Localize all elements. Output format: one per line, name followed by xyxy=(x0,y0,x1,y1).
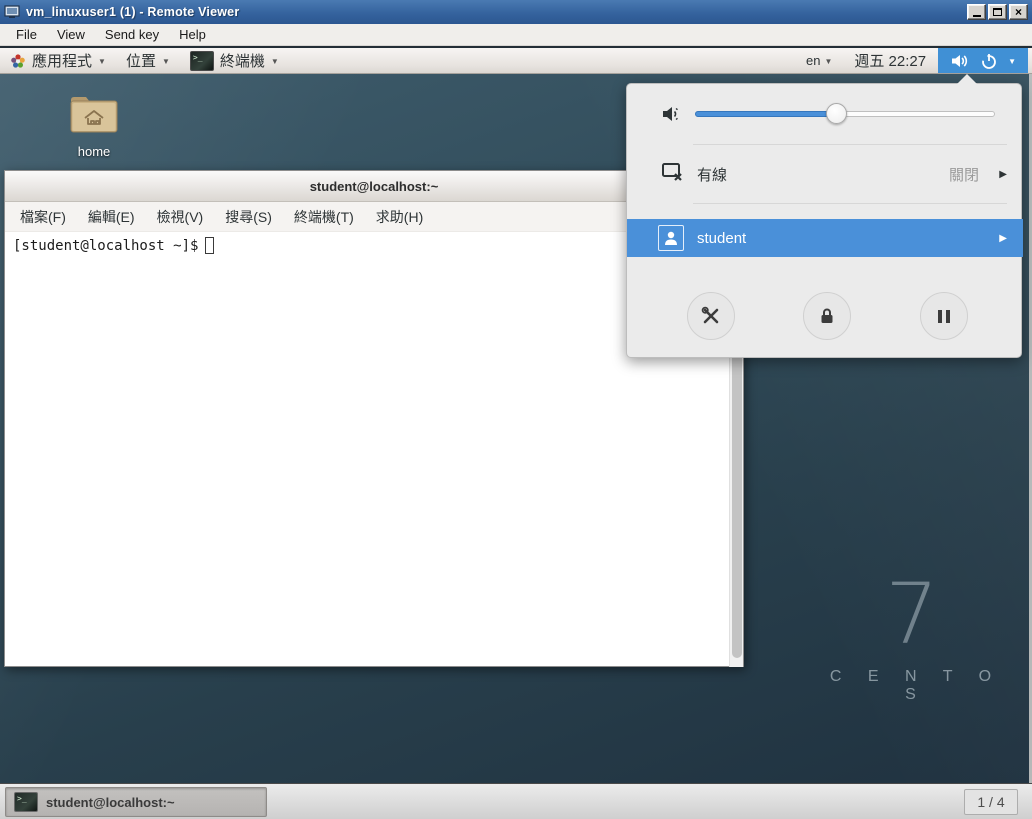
watermark-brand: C E N T O S xyxy=(812,668,1012,704)
gnome-top-bar: 應用程式 ▼ 位置 ▼ >_ 終端機 ▼ en ▼ 週五 22:27 xyxy=(0,46,1032,74)
applications-menu[interactable]: 應用程式 ▼ xyxy=(0,48,116,73)
user-avatar xyxy=(658,225,684,251)
maximize-button[interactable] xyxy=(988,4,1007,20)
popover-actions xyxy=(627,292,1023,340)
menu-file[interactable]: File xyxy=(8,25,45,44)
user-label: student xyxy=(697,230,746,247)
network-row[interactable]: 有線 關閉 ▶ xyxy=(627,145,1023,203)
tools-icon xyxy=(700,305,722,327)
volume-slider[interactable] xyxy=(695,110,995,118)
places-menu[interactable]: 位置 ▼ xyxy=(116,48,180,73)
workspace-indicator[interactable]: 1 / 4 xyxy=(964,789,1018,815)
active-app-menu[interactable]: >_ 終端機 ▼ xyxy=(180,48,289,73)
vm-display: 應用程式 ▼ 位置 ▼ >_ 終端機 ▼ en ▼ 週五 22:27 xyxy=(0,46,1032,819)
minimize-icon xyxy=(973,15,981,17)
chevron-down-icon: ▼ xyxy=(98,55,106,66)
network-status: 關閉 xyxy=(949,164,979,185)
keyboard-layout-label: en xyxy=(806,53,820,68)
taskbar-task-button[interactable]: >_ student@localhost:~ xyxy=(5,787,267,817)
home-folder-label: home xyxy=(58,144,130,159)
terminal-menu-edit[interactable]: 編輯(E) xyxy=(77,207,146,227)
network-label: 有線 xyxy=(697,164,727,185)
terminal-cursor xyxy=(205,237,214,254)
places-label: 位置 xyxy=(126,50,156,71)
chevron-down-icon: ▼ xyxy=(1008,55,1016,66)
keyboard-layout-menu[interactable]: en ▼ xyxy=(796,48,842,73)
system-status-popover: 有線 關閉 ▶ student ▶ xyxy=(626,83,1022,358)
submenu-arrow-icon: ▶ xyxy=(999,233,1007,244)
minimize-button[interactable] xyxy=(967,4,986,20)
menu-view[interactable]: View xyxy=(49,25,93,44)
menu-send-key[interactable]: Send key xyxy=(97,25,167,44)
watermark-number: 7 xyxy=(812,574,1012,654)
terminal-icon: >_ xyxy=(190,51,214,71)
chevron-down-icon: ▼ xyxy=(162,55,170,66)
user-row[interactable]: student ▶ xyxy=(627,219,1023,257)
terminal-menu-search[interactable]: 搜尋(S) xyxy=(214,207,283,227)
terminal-icon: >_ xyxy=(14,792,38,812)
rv-titlebar[interactable]: vm_linuxuser1 (1) - Remote Viewer × xyxy=(0,0,1032,24)
close-button[interactable]: × xyxy=(1009,4,1028,20)
folder-icon xyxy=(67,92,121,136)
power-icon xyxy=(980,52,998,70)
pause-icon xyxy=(938,310,950,323)
remote-viewer-window: vm_linuxuser1 (1) - Remote Viewer × File… xyxy=(0,0,1032,819)
volume-icon xyxy=(661,104,683,124)
submenu-arrow-icon: ▶ xyxy=(999,169,1007,180)
home-folder-icon[interactable]: home xyxy=(58,92,130,159)
terminal-menu-file[interactable]: 檔案(F) xyxy=(9,207,77,227)
menu-help[interactable]: Help xyxy=(171,25,214,44)
window-title: vm_linuxuser1 (1) - Remote Viewer xyxy=(26,5,967,19)
centos-watermark: 7 C E N T O S xyxy=(812,574,1012,704)
applications-icon xyxy=(10,53,26,69)
chevron-down-icon: ▼ xyxy=(824,55,832,66)
terminal-menu-view[interactable]: 檢視(V) xyxy=(146,207,215,227)
wired-network-off-icon xyxy=(661,162,685,184)
monitor-icon xyxy=(4,5,20,19)
separator xyxy=(693,203,1007,204)
terminal-title: student@localhost:~ xyxy=(310,179,439,194)
close-icon: × xyxy=(1015,7,1022,17)
volume-row xyxy=(627,97,1023,133)
maximize-icon xyxy=(993,8,1002,16)
settings-button[interactable] xyxy=(687,292,735,340)
speaker-icon xyxy=(950,53,970,69)
clock[interactable]: 週五 22:27 xyxy=(842,48,938,73)
lock-icon xyxy=(817,306,837,326)
taskbar-task-label: student@localhost:~ xyxy=(46,795,175,810)
lock-button[interactable] xyxy=(803,292,851,340)
terminal-menu-terminal[interactable]: 終端機(T) xyxy=(283,207,365,227)
applications-label: 應用程式 xyxy=(32,50,92,71)
volume-slider-fill xyxy=(695,111,836,117)
system-status-menu[interactable]: ▼ xyxy=(938,48,1028,73)
shell-prompt: [student@localhost ~]$ xyxy=(13,238,198,254)
terminal-menu-help[interactable]: 求助(H) xyxy=(365,207,434,227)
window-list-taskbar: >_ student@localhost:~ 1 / 4 xyxy=(0,783,1032,819)
rv-menubar: File View Send key Help xyxy=(0,24,1032,46)
volume-slider-handle[interactable] xyxy=(826,103,847,124)
chevron-down-icon: ▼ xyxy=(271,55,279,66)
active-app-label: 終端機 xyxy=(220,50,265,71)
suspend-button[interactable] xyxy=(920,292,968,340)
popover-pointer xyxy=(957,74,977,84)
person-icon xyxy=(662,229,680,247)
